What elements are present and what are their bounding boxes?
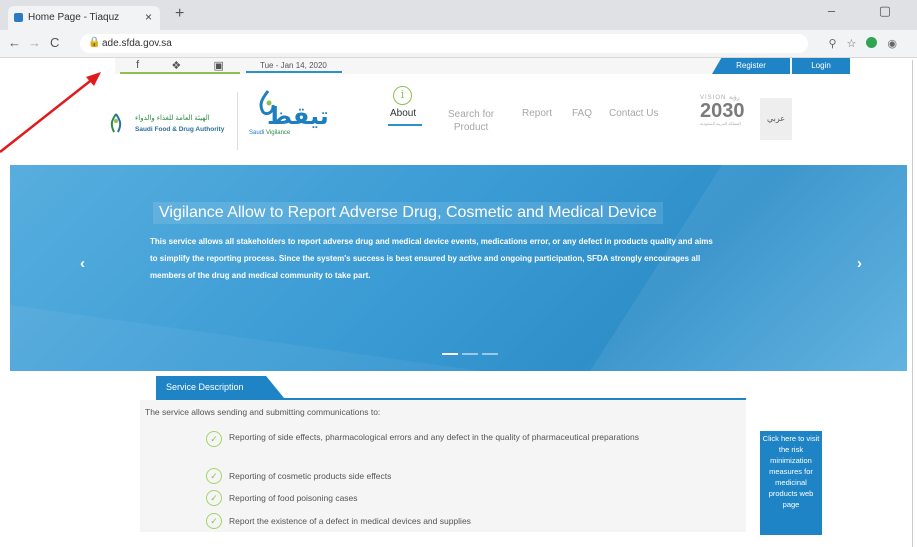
- page-border: [912, 60, 913, 547]
- nav-active-indicator: [388, 124, 422, 126]
- check-circle-icon: ✓: [206, 468, 222, 484]
- nav-faq[interactable]: FAQ: [572, 108, 592, 119]
- address-bar: ← → C 🔒 ade.sfda.gov.sa ⚲ ☆ ◉: [0, 30, 917, 58]
- url-text: ade.sfda.gov.sa: [102, 38, 172, 49]
- slider-next-arrow[interactable]: ›: [857, 255, 862, 272]
- risk-minimization-link[interactable]: Click here to visit the risk minimizatio…: [760, 431, 822, 535]
- login-button[interactable]: Login: [792, 58, 850, 74]
- favicon-icon: [14, 13, 23, 22]
- info-icon: i: [393, 86, 412, 105]
- sfda-arabic-name: الهيئة العامة للغذاء والدواء: [135, 115, 210, 122]
- instagram-icon[interactable]: ▣: [213, 59, 223, 72]
- nav-search-product[interactable]: Search for Product: [448, 108, 494, 134]
- logo-arabic-text: تيقظ: [267, 103, 329, 130]
- hero-description: This service allows all stakeholders to …: [150, 237, 713, 280]
- new-tab-button[interactable]: +: [175, 5, 184, 23]
- list-item: ✓ Reporting of food poisoning cases: [206, 490, 358, 506]
- hero-slider: Vigilance Allow to Report Adverse Drug, …: [10, 165, 907, 371]
- tab-close-icon[interactable]: ×: [145, 10, 152, 24]
- nav-contact-us[interactable]: Contact Us: [609, 108, 658, 119]
- utility-bar: f ❖ ▣ Tue - Jan 14, 2020 Register Login: [0, 58, 917, 75]
- register-button[interactable]: Register: [712, 58, 790, 74]
- zoom-icon[interactable]: ⚲: [828, 37, 836, 50]
- browser-toolbar-icons: ⚲ ☆ ◉: [828, 37, 897, 50]
- window-controls[interactable]: – ▢: [828, 3, 911, 19]
- facebook-icon[interactable]: f: [136, 59, 139, 71]
- url-field[interactable]: 🔒 ade.sfda.gov.sa: [80, 34, 808, 53]
- nav-report[interactable]: Report: [522, 108, 552, 119]
- slider-dot[interactable]: [482, 353, 498, 355]
- sfda-emblem-icon: [110, 113, 122, 133]
- check-circle-icon: ✓: [206, 490, 222, 506]
- language-toggle-button[interactable]: عربي: [760, 98, 792, 140]
- back-button[interactable]: ←: [8, 35, 21, 50]
- social-links: f ❖ ▣: [120, 58, 240, 74]
- twitter-icon[interactable]: ❖: [171, 59, 181, 72]
- hero-title: Vigilance Allow to Report Adverse Drug, …: [153, 202, 663, 224]
- lock-icon: 🔒: [88, 37, 101, 48]
- slider-dot[interactable]: [442, 353, 458, 355]
- browser-tab[interactable]: Home Page - Tiaquz ×: [8, 6, 160, 30]
- logo-english-text: Saudi Vigilance: [249, 130, 291, 136]
- header-divider: [237, 92, 238, 150]
- list-item: ✓ Report the existence of a defect in me…: [206, 513, 471, 529]
- list-item: ✓ Reporting of side effects, pharmacolog…: [206, 431, 676, 447]
- list-item: ✓ Reporting of cosmetic products side ef…: [206, 468, 391, 484]
- check-circle-icon: ✓: [206, 513, 222, 529]
- forward-button[interactable]: →: [28, 35, 41, 50]
- reload-button[interactable]: C: [50, 35, 59, 50]
- sfda-logo[interactable]: الهيئة العامة للغذاء والدواء Saudi Food …: [105, 110, 230, 138]
- current-date: Tue - Jan 14, 2020: [246, 59, 342, 73]
- slider-prev-arrow[interactable]: ‹: [80, 255, 85, 272]
- browser-tabstrip: Home Page - Tiaquz × + – ▢: [0, 0, 917, 30]
- nav-about[interactable]: About: [390, 108, 416, 119]
- service-intro: The service allows sending and submittin…: [145, 407, 381, 417]
- extension-icon[interactable]: [866, 37, 878, 48]
- sfda-english-name: Saudi Food & Drug Authority: [135, 126, 225, 133]
- tab-title: Home Page - Tiaquz: [28, 12, 120, 23]
- saudi-vigilance-logo[interactable]: تيقظ Saudi Vigilance: [245, 88, 335, 144]
- slider-dot[interactable]: [462, 353, 478, 355]
- slider-dots: [442, 353, 498, 355]
- tab-service-description[interactable]: Service Description: [156, 376, 284, 398]
- profile-icon[interactable]: ◉: [887, 37, 897, 50]
- check-circle-icon: ✓: [206, 431, 222, 447]
- vision-2030-logo: VISION رؤية 2030 المملكة العربية السعودي…: [700, 95, 745, 126]
- star-icon[interactable]: ☆: [847, 37, 857, 50]
